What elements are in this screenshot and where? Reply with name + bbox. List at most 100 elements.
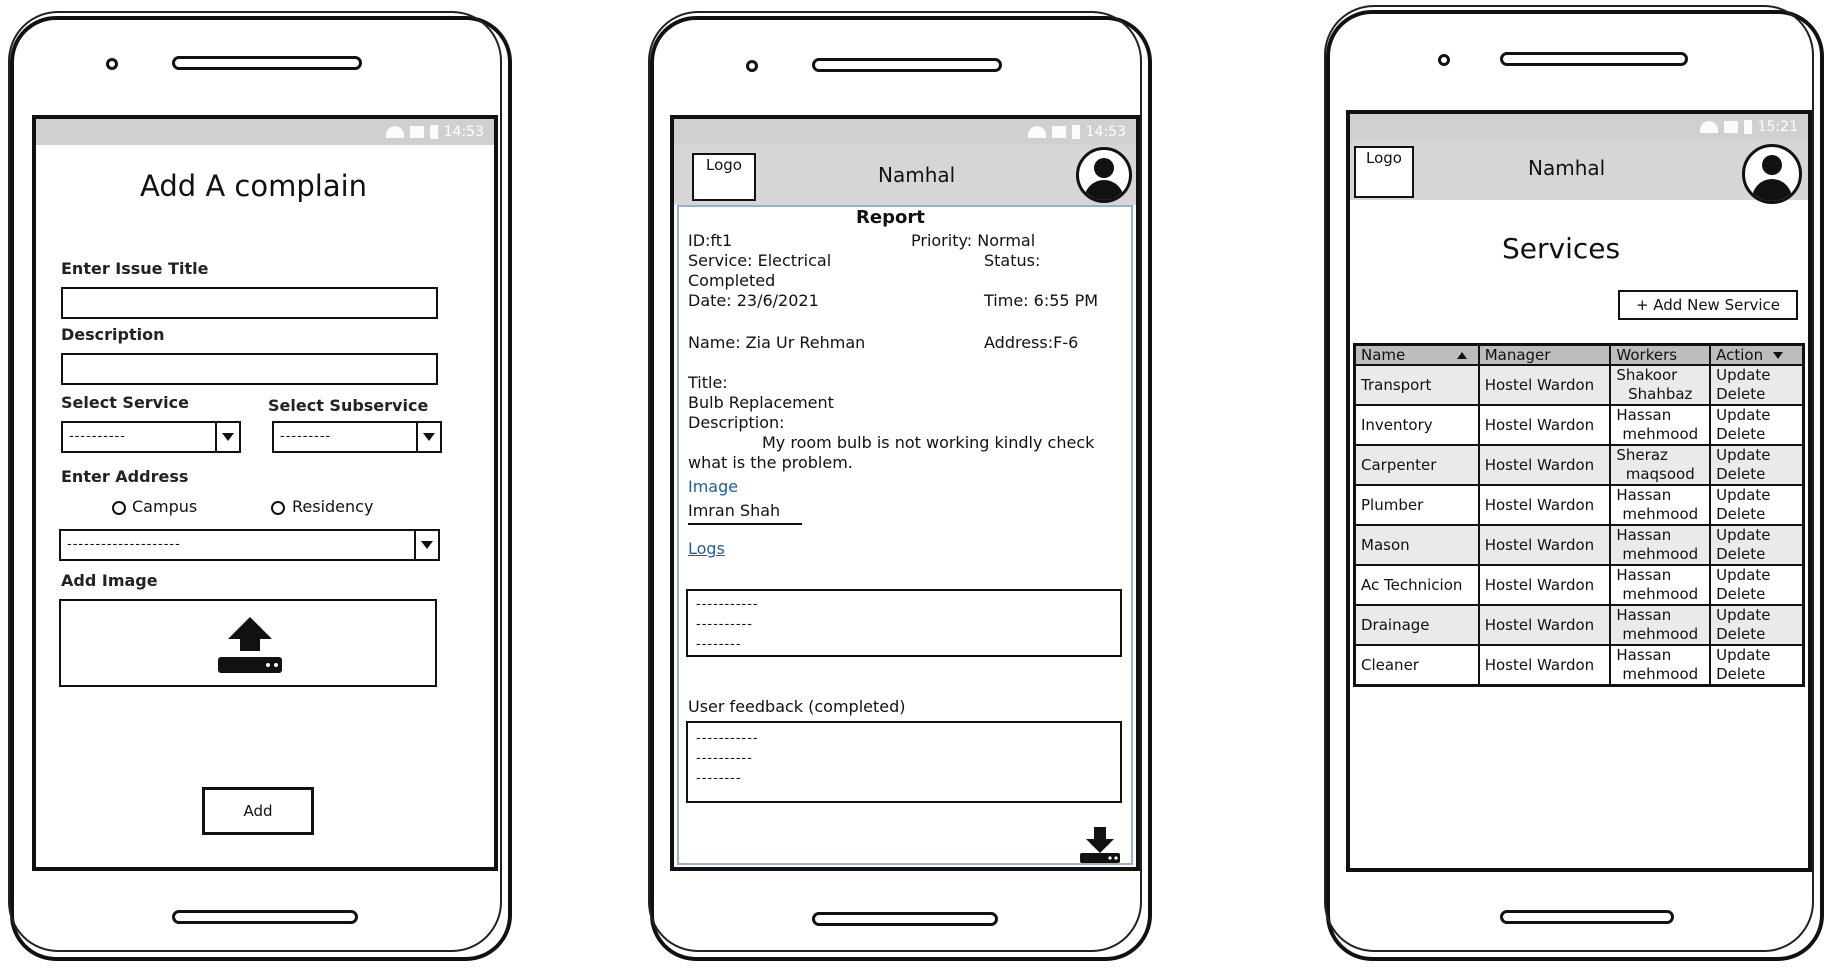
service-manager: Hostel Wardon — [1477, 524, 1612, 566]
add-new-service-button[interactable]: + Add New Service — [1618, 290, 1798, 320]
delete-link[interactable]: Delete — [1716, 465, 1797, 484]
service-workers: Shakoor Shahbaz — [1609, 364, 1712, 406]
worker-line: Hassan — [1616, 406, 1672, 424]
page-title: Add A complain — [140, 169, 368, 203]
update-link[interactable]: Update — [1716, 646, 1797, 665]
column-header-workers[interactable]: Workers — [1609, 343, 1712, 366]
app-header: Logo Namhal — [674, 145, 1136, 205]
update-link[interactable]: Update — [1716, 406, 1797, 425]
camera-icon — [746, 60, 758, 72]
image-link[interactable]: Image — [688, 477, 738, 496]
service-manager: Hostel Wardon — [1477, 644, 1612, 687]
phone-report: 14:53 Logo Namhal Report ID:ft1 Priority… — [648, 11, 1152, 961]
worker-line: Shakoor — [1616, 366, 1678, 384]
report-status-value: Completed — [688, 271, 776, 290]
column-header-name[interactable]: Name — [1353, 343, 1480, 366]
radio-residency-label: Residency — [292, 497, 374, 516]
subservice-select[interactable]: --------- — [272, 421, 442, 453]
chevron-down-icon[interactable] — [414, 531, 438, 559]
service-name: Transport — [1353, 364, 1480, 406]
update-link[interactable]: Update — [1716, 446, 1797, 465]
download-icon[interactable] — [1078, 827, 1122, 865]
chevron-down-icon[interactable] — [215, 423, 239, 451]
delete-link[interactable]: Delete — [1716, 665, 1797, 684]
speaker-grille — [172, 56, 362, 70]
delete-link[interactable]: Delete — [1716, 505, 1797, 524]
signal-icon — [1723, 121, 1738, 133]
home-button[interactable] — [812, 912, 998, 926]
report-id: ID:ft1 — [688, 231, 733, 250]
service-actions: Update Delete — [1709, 444, 1805, 486]
update-link[interactable]: Update — [1716, 366, 1797, 385]
home-button[interactable] — [172, 910, 358, 924]
table-row: Mason Hostel Wardon Hassan mehmood Update Del… — [1353, 524, 1805, 566]
report-title-value: Bulb Replacement — [688, 393, 834, 412]
service-select-value: ---------- — [69, 429, 126, 444]
update-link[interactable]: Update — [1716, 486, 1797, 505]
delete-link[interactable]: Delete — [1716, 585, 1797, 604]
delete-link[interactable]: Delete — [1716, 385, 1797, 404]
radio-campus-label: Campus — [132, 497, 198, 516]
service-workers: Hassan mehmood — [1609, 404, 1712, 446]
radio-residency[interactable] — [271, 501, 285, 515]
avatar[interactable] — [1742, 144, 1802, 204]
description-label: Description — [61, 325, 165, 344]
sort-down-icon — [1773, 352, 1784, 359]
home-button[interactable] — [1500, 910, 1674, 924]
logo: Logo — [1354, 146, 1414, 198]
radio-campus[interactable] — [112, 501, 126, 515]
service-name: Plumber — [1353, 484, 1480, 526]
report-title-label: Title: — [688, 373, 728, 392]
screen: 14:53 Add A complain Enter Issue Title D… — [32, 115, 498, 871]
speaker-grille — [1500, 52, 1688, 66]
select-service-label: Select Service — [61, 393, 189, 412]
description-input[interactable] — [61, 353, 438, 385]
service-actions: Update Delete — [1709, 524, 1805, 566]
service-manager: Hostel Wardon — [1477, 444, 1612, 486]
column-header-manager[interactable]: Manager — [1477, 343, 1612, 366]
logs-line: -------- — [696, 637, 742, 652]
app-name: Namhal — [878, 163, 956, 187]
update-link[interactable]: Update — [1716, 606, 1797, 625]
avatar[interactable] — [1076, 147, 1132, 203]
add-new-service-label: + Add New Service — [1635, 296, 1781, 314]
logs-link[interactable]: Logs — [688, 539, 725, 558]
report-time: Time: 6:55 PM — [984, 291, 1099, 310]
update-link[interactable]: Update — [1716, 526, 1797, 545]
subservice-select-value: --------- — [280, 429, 332, 444]
add-image-label: Add Image — [61, 571, 158, 590]
service-select[interactable]: ---------- — [61, 421, 241, 453]
delete-link[interactable]: Delete — [1716, 545, 1797, 564]
assignee-name: Imran Shah — [688, 501, 781, 520]
worker-line: mehmood — [1622, 585, 1699, 603]
update-link[interactable]: Update — [1716, 566, 1797, 585]
column-header-action[interactable]: Action — [1709, 343, 1805, 366]
camera-icon — [106, 58, 118, 70]
report-service: Service: Electrical — [688, 251, 832, 270]
add-button[interactable]: Add — [202, 787, 314, 835]
table-row: Cleaner Hostel Wardon Hassan mehmood Update D… — [1353, 644, 1805, 687]
report-priority: Priority: Normal — [911, 231, 1036, 250]
logs-line: ----------- — [696, 597, 759, 612]
select-subservice-label: Select Subservice — [268, 396, 429, 415]
chevron-down-icon[interactable] — [416, 423, 440, 451]
delete-link[interactable]: Delete — [1716, 625, 1797, 644]
report-description-label: Description: — [688, 413, 785, 432]
speaker-grille — [812, 58, 1002, 72]
worker-line: mehmood — [1622, 505, 1699, 523]
feedback-line: -------- — [696, 771, 742, 786]
page-title: Services — [1502, 232, 1621, 265]
image-upload-area[interactable] — [59, 599, 437, 687]
issue-title-input[interactable] — [61, 287, 438, 319]
signal-icon — [1051, 126, 1066, 138]
report-name: Name: Zia Ur Rehman — [688, 333, 866, 352]
worker-line: Sheraz — [1616, 446, 1668, 464]
delete-link[interactable]: Delete — [1716, 425, 1797, 444]
service-actions: Update Delete — [1709, 564, 1805, 606]
service-name: Cleaner — [1353, 644, 1480, 687]
address-select[interactable]: -------------------- — [59, 529, 440, 561]
table-row: Transport Hostel Wardon Shakoor Shahbaz Upda… — [1353, 364, 1805, 406]
service-actions: Update Delete — [1709, 404, 1805, 446]
worker-line: Hassan — [1616, 486, 1672, 504]
report-date: Date: 23/6/2021 — [688, 291, 819, 310]
